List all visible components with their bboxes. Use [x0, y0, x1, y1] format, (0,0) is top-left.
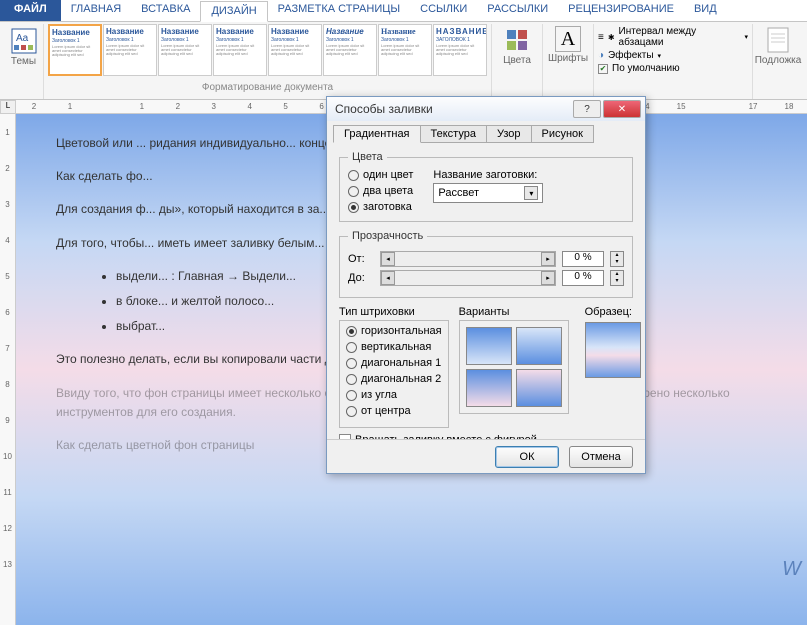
group-caption: Форматирование документа — [202, 82, 333, 93]
style-thumb[interactable]: НазваниеЗаголовок 1Lorem ipsum dolor sit… — [48, 24, 102, 76]
transparency-group: Прозрачность От: ◂▸ 0 % ▴▾ До: ◂▸ 0 % ▴▾ — [339, 230, 633, 298]
variants-legend: Варианты — [459, 306, 569, 318]
para-spacing-icon: ≡ — [598, 32, 604, 43]
colors-icon — [503, 26, 531, 54]
fill-effects-dialog: Способы заливки ? ✕ Градиентная Текстура… — [326, 96, 646, 474]
from-slider[interactable]: ◂▸ — [380, 251, 556, 267]
themes-button[interactable]: Aa Темы — [7, 24, 41, 80]
preset-label: Название заготовки: — [433, 169, 543, 181]
fonts-icon: А — [555, 26, 581, 52]
sample-preview — [585, 322, 641, 378]
variant-2[interactable] — [516, 327, 562, 365]
document-styles-gallery[interactable]: НазваниеЗаголовок 1Lorem ipsum dolor sit… — [48, 24, 487, 80]
radio-one-color[interactable]: один цвет — [348, 169, 413, 181]
style-thumb[interactable]: НазваниеЗаголовок 1Lorem ipsum dolor sit… — [213, 24, 267, 76]
radio-two-colors[interactable]: два цвета — [348, 185, 413, 197]
effects-button[interactable]: ◑Эффекты▾ — [598, 50, 748, 61]
radio-diagonal-2[interactable]: диагональная 2 — [346, 373, 442, 385]
cancel-button[interactable]: Отмена — [569, 446, 633, 468]
to-spinner[interactable]: ▴▾ — [610, 270, 624, 286]
watermark-button[interactable]: Подложка — [757, 24, 799, 80]
tab-home[interactable]: ГЛАВНАЯ — [61, 0, 131, 21]
dialog-title: Способы заливки — [335, 102, 433, 116]
themes-label: Темы — [11, 56, 36, 67]
tab-view[interactable]: ВИД — [684, 0, 727, 21]
colors-group: Цвета один цвет два цвета заготовка Назв… — [339, 151, 633, 222]
radio-from-corner[interactable]: из угла — [346, 389, 442, 401]
watermark-letter: W — [782, 553, 801, 585]
variant-4[interactable] — [516, 369, 562, 407]
paragraph-spacing-button[interactable]: ≡✱Интервал между абзацами▾ — [598, 26, 748, 48]
sample-legend: Образец: — [585, 306, 641, 318]
tab-review[interactable]: РЕЦЕНЗИРОВАНИЕ — [558, 0, 684, 21]
ok-button[interactable]: ОК — [495, 446, 559, 468]
tab-pattern[interactable]: Узор — [486, 125, 532, 143]
radio-horizontal[interactable]: горизонтальная — [346, 325, 442, 337]
themes-icon: Aa — [10, 27, 38, 55]
tab-design[interactable]: ДИЗАЙН — [200, 1, 267, 22]
style-thumb[interactable]: НазваниеЗаголовок 1Lorem ipsum dolor sit… — [268, 24, 322, 76]
fonts-button[interactable]: А Шрифты — [547, 24, 589, 80]
to-value[interactable]: 0 % — [562, 270, 604, 286]
ruler-corner: L — [0, 100, 16, 114]
tab-file[interactable]: ФАЙЛ — [0, 0, 61, 21]
tab-gradient[interactable]: Градиентная — [333, 125, 421, 143]
ribbon: Aa Темы НазваниеЗаголовок 1Lorem ipsum d… — [0, 22, 807, 100]
variant-3[interactable] — [466, 369, 512, 407]
watermark-icon — [764, 26, 792, 54]
preset-select[interactable]: Рассвет ▾ — [433, 183, 543, 203]
from-value[interactable]: 0 % — [562, 251, 604, 267]
tab-mailings[interactable]: РАССЫЛКИ — [477, 0, 558, 21]
from-spinner[interactable]: ▴▾ — [610, 251, 624, 267]
tab-texture[interactable]: Текстура — [420, 125, 487, 143]
dialog-tabs: Градиентная Текстура Узор Рисунок — [327, 121, 645, 143]
dialog-titlebar[interactable]: Способы заливки ? ✕ — [327, 97, 645, 121]
style-thumb[interactable]: НазваниеЗаголовок 1Lorem ipsum dolor sit… — [103, 24, 157, 76]
chevron-down-icon: ▾ — [524, 186, 538, 200]
radio-diagonal-1[interactable]: диагональная 1 — [346, 357, 442, 369]
colors-button[interactable]: Цвета — [496, 24, 538, 80]
effects-icon: ◑ — [598, 50, 604, 61]
radio-vertical[interactable]: вертикальная — [346, 341, 442, 353]
variant-1[interactable] — [466, 327, 512, 365]
radio-preset[interactable]: заготовка — [348, 201, 413, 213]
tab-references[interactable]: ССЫЛКИ — [410, 0, 477, 21]
check-icon: ✔ — [598, 64, 608, 74]
from-label: От: — [348, 253, 374, 265]
style-thumb[interactable]: НазваниеЗаголовок 1Lorem ipsum dolor sit… — [158, 24, 212, 76]
tab-insert[interactable]: ВСТАВКА — [131, 0, 200, 21]
tab-layout[interactable]: РАЗМЕТКА СТРАНИЦЫ — [268, 0, 410, 21]
style-thumb[interactable]: НазваниеЗаголовок 1Lorem ipsum dolor sit… — [378, 24, 432, 76]
vertical-ruler[interactable]: 12345678910111213 — [0, 114, 16, 625]
ribbon-tabs: ФАЙЛ ГЛАВНАЯ ВСТАВКА ДИЗАЙН РАЗМЕТКА СТР… — [0, 0, 807, 22]
close-button[interactable]: ✕ — [603, 100, 641, 118]
tab-picture[interactable]: Рисунок — [531, 125, 595, 143]
to-slider[interactable]: ◂▸ — [380, 270, 556, 286]
radio-from-center[interactable]: от центра — [346, 405, 442, 417]
style-thumb[interactable]: НазваниеЗаголовок 1Lorem ipsum dolor sit… — [323, 24, 377, 76]
set-default-button[interactable]: ✔По умолчанию — [598, 63, 748, 74]
shading-legend: Тип штриховки — [339, 306, 449, 318]
to-label: До: — [348, 272, 374, 284]
variants-grid — [459, 320, 569, 414]
svg-text:Aa: Aa — [16, 33, 29, 44]
help-button[interactable]: ? — [573, 100, 601, 118]
style-thumb[interactable]: НАЗВАНИЕЗАГОЛОВОК 1Lorem ipsum dolor sit… — [433, 24, 487, 76]
